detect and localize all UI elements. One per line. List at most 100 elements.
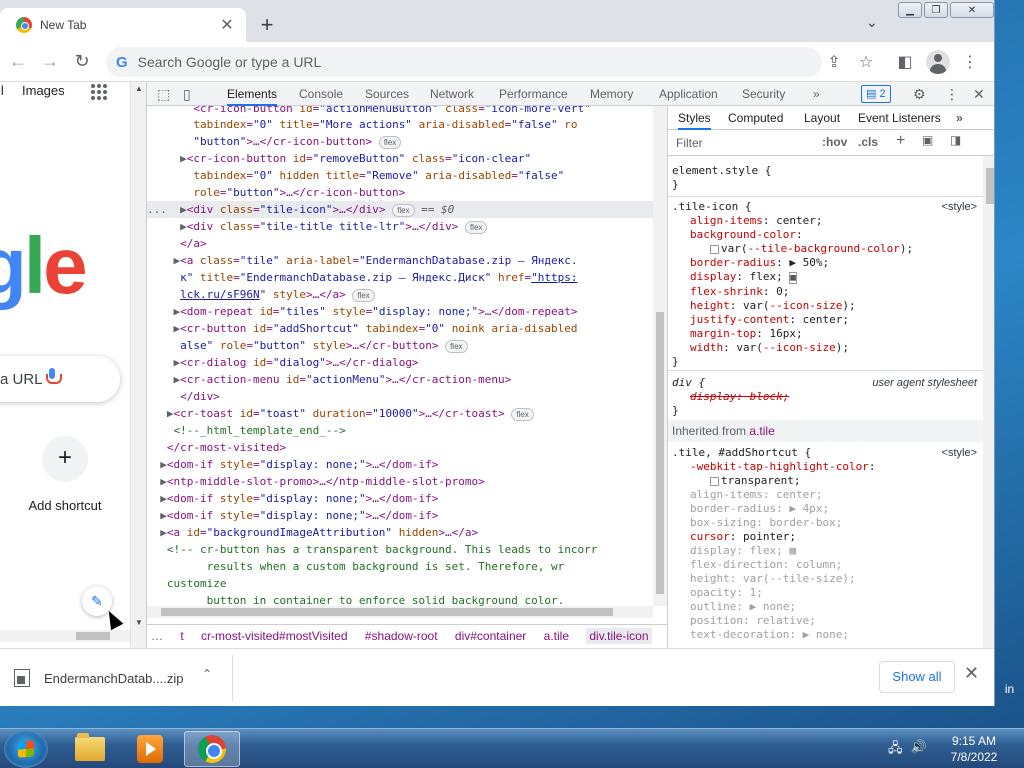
tile-icon-rule[interactable]: .tile-icon {<style> align-items: center;… bbox=[668, 200, 983, 369]
download-item[interactable]: EndermanchDatab....zip bbox=[14, 663, 183, 693]
tab-layout[interactable]: Layout bbox=[804, 106, 840, 130]
dom-node[interactable]: </a> bbox=[147, 235, 667, 252]
profile-avatar[interactable] bbox=[926, 50, 950, 74]
start-button[interactable] bbox=[4, 730, 48, 768]
clock[interactable]: 9:15 AM 7/8/2022 bbox=[944, 733, 1004, 765]
breadcrumb-item[interactable]: t bbox=[180, 629, 183, 643]
element-state-icon[interactable]: ▣ bbox=[922, 133, 933, 147]
tab-computed[interactable]: Computed bbox=[728, 106, 783, 130]
google-apps-icon[interactable] bbox=[91, 84, 107, 100]
tab-search-chevron-icon[interactable]: ⌄ bbox=[866, 14, 878, 31]
breadcrumb-item[interactable]: #shadow-root bbox=[365, 629, 438, 643]
dom-node-selected[interactable]: ... ▶<div class="tile-icon">…</div> flex… bbox=[147, 201, 667, 218]
tab-application[interactable]: Application bbox=[659, 82, 718, 106]
breadcrumb-item[interactable]: cr-most-visited#mostVisited bbox=[201, 629, 347, 643]
dom-node[interactable]: ▶<div class="tile-title title-ltr">…</di… bbox=[147, 218, 667, 235]
tab-sources[interactable]: Sources bbox=[365, 82, 409, 106]
styles-vertical-scrollbar[interactable] bbox=[983, 156, 994, 648]
style-source-link[interactable]: <style> bbox=[942, 200, 977, 214]
dom-node[interactable]: </cr-most-visited> bbox=[147, 439, 667, 456]
minimize-button[interactable]: ▁ bbox=[898, 2, 922, 18]
close-shelf-icon[interactable]: ✕ bbox=[964, 663, 979, 684]
dom-node[interactable]: ▶<a class="tile" aria-label="EndermanchD… bbox=[147, 252, 667, 269]
taskbar-chrome[interactable] bbox=[184, 731, 240, 767]
dom-node[interactable]: "button">…</cr-icon-button> flex bbox=[147, 133, 667, 150]
toggle-sidebar-icon[interactable]: ◨ bbox=[950, 133, 961, 147]
dom-node[interactable]: results when a custom background is set.… bbox=[147, 558, 667, 575]
tab-event-listeners[interactable]: Event Listeners bbox=[858, 106, 941, 130]
page-horizontal-scrollbar[interactable] bbox=[0, 630, 130, 642]
show-all-button[interactable]: Show all bbox=[879, 661, 955, 693]
device-toolbar-icon[interactable]: ▯ bbox=[183, 86, 191, 103]
tile-rule[interactable]: .tile, #addShortcut {<style> -webkit-tap… bbox=[668, 446, 983, 642]
issues-badge[interactable]: ▤ 2 bbox=[861, 85, 891, 103]
breadcrumb-item[interactable]: div#container bbox=[455, 629, 526, 643]
tab-network[interactable]: Network bbox=[430, 82, 474, 106]
microphone-icon[interactable] bbox=[45, 366, 62, 390]
dom-node[interactable]: lck.ru/sF96N" style>…</a> flex bbox=[147, 286, 667, 303]
breadcrumb-item[interactable]: a.tile bbox=[544, 629, 569, 643]
chrome-menu-icon[interactable]: ⋮ bbox=[960, 52, 980, 72]
gmail-link-partial[interactable]: il bbox=[0, 83, 4, 98]
dom-node[interactable]: ▶<cr-dialog id="dialog">…</cr-dialog> bbox=[147, 354, 667, 371]
style-source-link[interactable]: <style> bbox=[942, 446, 977, 460]
dom-node[interactable]: alse" role="button" style>…</cr-button> … bbox=[147, 337, 667, 354]
cls-toggle[interactable]: .cls bbox=[858, 135, 878, 149]
dom-node[interactable]: customize bbox=[147, 575, 667, 592]
share-icon[interactable]: ⇪ bbox=[824, 52, 844, 72]
dom-node[interactable]: ▶<dom-if style="display: none;">…</dom-i… bbox=[147, 507, 667, 524]
more-tabs-chevron-icon[interactable]: » bbox=[813, 82, 820, 106]
tab-styles[interactable]: Styles bbox=[678, 106, 711, 130]
side-panel-icon[interactable]: ◧ bbox=[895, 52, 915, 72]
omnibox[interactable]: G Search Google or type a URL bbox=[106, 47, 822, 77]
dom-node[interactable]: к" title="EndermanchDatabase.zip — Яндек… bbox=[147, 269, 667, 286]
dom-node[interactable]: tabindex="0" hidden title="Remove" aria-… bbox=[147, 167, 667, 184]
element-style-rule[interactable]: element.style { } bbox=[668, 164, 983, 192]
volume-icon[interactable]: 🔊 bbox=[911, 739, 927, 761]
dom-node[interactable]: ▶<dom-if style="display: none;">…</dom-i… bbox=[147, 490, 667, 507]
tab-close-icon[interactable]: ✕ bbox=[218, 15, 236, 35]
reload-icon[interactable]: ↻ bbox=[70, 50, 94, 74]
dom-node[interactable]: ▶<a id="backgroundImageAttribution" hidd… bbox=[147, 524, 667, 541]
devtools-close-icon[interactable]: ✕ bbox=[973, 86, 985, 103]
bookmark-star-icon[interactable]: ☆ bbox=[856, 52, 876, 72]
elements-vertical-scrollbar[interactable] bbox=[653, 106, 667, 606]
breadcrumb-ellipsis[interactable]: … bbox=[151, 629, 163, 643]
dom-node[interactable]: ▶<cr-action-menu id="actionMenu">…</cr-a… bbox=[147, 371, 667, 388]
inspect-element-icon[interactable]: ⬚ bbox=[157, 86, 170, 103]
tab-security[interactable]: Security bbox=[742, 82, 785, 106]
flex-editor-icon[interactable]: ▦ bbox=[789, 272, 797, 284]
back-icon[interactable]: ← bbox=[6, 50, 30, 74]
color-swatch-icon[interactable] bbox=[710, 244, 719, 254]
page-search-box[interactable]: a URL bbox=[0, 356, 120, 402]
dom-node[interactable]: ▶<ntp-middle-slot-promo>…</ntp-middle-sl… bbox=[147, 473, 667, 490]
images-link[interactable]: Images bbox=[22, 83, 65, 98]
dom-node[interactable]: ▶<cr-button id="addShortcut" tabindex="0… bbox=[147, 320, 667, 337]
dom-node[interactable]: <!-- cr-button has a transparent backgro… bbox=[147, 541, 667, 558]
dom-node[interactable]: <!--_html_template_end_--> bbox=[147, 422, 667, 439]
dom-node[interactable]: ▶<dom-if style="display: none;">…</dom-i… bbox=[147, 456, 667, 473]
div-ua-rule[interactable]: div {user agent stylesheet display: bloc… bbox=[668, 376, 983, 418]
maximize-button[interactable]: ❐ bbox=[924, 2, 948, 18]
dom-node[interactable]: tabindex="0" title="More actions" aria-d… bbox=[147, 116, 667, 133]
color-swatch-icon[interactable] bbox=[710, 476, 719, 486]
taskbar-explorer[interactable] bbox=[62, 731, 118, 767]
taskbar-media-player[interactable] bbox=[122, 731, 178, 767]
elements-horizontal-scrollbar[interactable] bbox=[147, 606, 653, 618]
tab-console[interactable]: Console bbox=[299, 82, 343, 106]
tab-new-tab[interactable]: New Tab ✕ bbox=[0, 8, 246, 42]
new-style-rule-icon[interactable]: + bbox=[896, 132, 905, 150]
add-shortcut-button[interactable]: + bbox=[42, 436, 88, 482]
page-vertical-scrollbar[interactable]: ▲ ▼ bbox=[130, 82, 146, 648]
devtools-menu-icon[interactable]: ⋮ bbox=[945, 86, 959, 103]
dom-node[interactable]: ▶<cr-toast id="toast" duration="10000">…… bbox=[147, 405, 667, 422]
tab-elements[interactable]: Elements bbox=[227, 82, 278, 106]
inherited-from-link[interactable]: a.tile bbox=[749, 424, 774, 438]
download-options-chevron-icon[interactable]: ⌃ bbox=[202, 667, 212, 681]
settings-gear-icon[interactable]: ⚙ bbox=[913, 86, 926, 103]
dom-node[interactable]: ▶<dom-repeat id="tiles" style="display: … bbox=[147, 303, 667, 320]
network-icon[interactable]: 🖧 bbox=[888, 739, 903, 761]
close-window-button[interactable]: ✕ bbox=[950, 2, 994, 18]
tab-memory[interactable]: Memory bbox=[590, 82, 633, 106]
breadcrumb-current[interactable]: div.tile-icon bbox=[586, 628, 652, 644]
